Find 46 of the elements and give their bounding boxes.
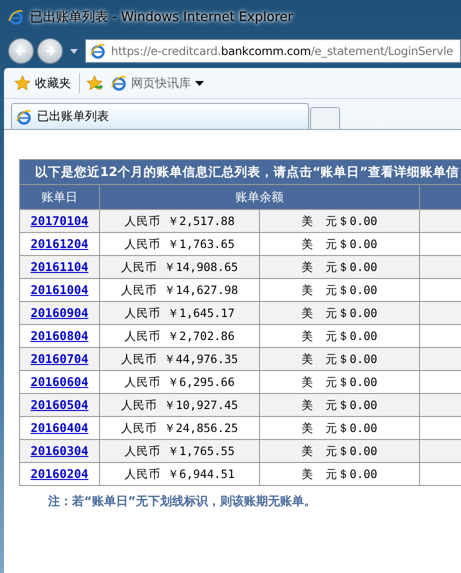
column-header: 账单余额 xyxy=(100,184,420,210)
star-icon xyxy=(14,74,31,92)
table-cell: 人民币 ￥6,295.66 xyxy=(100,370,260,394)
table-cell: 人民币 ￥1,645.17 xyxy=(100,302,260,324)
window-title: 已出账单列表 - Windows Internet Explorer xyxy=(30,9,293,26)
table-cell: 人民币 ￥1,763.65 xyxy=(100,232,260,256)
table-cell: 美 元＄0.00 xyxy=(260,394,420,416)
table-caption: 以下是您近12个月的账单信息汇总列表，请点击“账单日”查看详细账单信 xyxy=(20,160,461,184)
ie-logo-icon xyxy=(8,9,24,25)
table-cell: 美 元＄0.00 xyxy=(260,232,420,256)
ie-logo-icon xyxy=(16,108,32,124)
web-slice-gallery-button[interactable]: 网页快讯库 xyxy=(109,72,206,94)
right-arrow-icon xyxy=(44,45,56,57)
caret-icon xyxy=(70,48,78,54)
left-arrow-icon xyxy=(15,45,27,57)
browser-tab[interactable]: 已出账单列表 xyxy=(11,103,309,129)
ie-logo-icon xyxy=(90,43,106,59)
column-header: 账单日 xyxy=(20,184,100,210)
address-field[interactable]: https://e-creditcard.bankcomm.com/e_statement/LoginServle xyxy=(85,39,461,63)
favorites-button[interactable]: 收藏夹 xyxy=(12,72,73,94)
table-cell: 人民币 ￥2,702.86 xyxy=(100,324,260,348)
table-cell: 美 元＄0.00 xyxy=(260,440,420,462)
table-cell: 美 元＄0.00 xyxy=(260,256,420,278)
table-cell: 人民币 ￥14,627.98 xyxy=(100,278,260,302)
table-cell: 人民币 ￥10,927.45 xyxy=(100,394,260,416)
table-cell: 美 元＄0.00 xyxy=(260,324,420,348)
table-cell: 美 元＄0.00 xyxy=(260,348,420,370)
table-cell: 人民币 ￥24,856.25 xyxy=(100,416,260,440)
star-arrow-icon xyxy=(86,74,103,92)
table-cell: 美 元＄0.00 xyxy=(260,416,420,440)
table-cell: 人民币 ￥44,976.35 xyxy=(100,348,260,370)
back-button[interactable] xyxy=(8,38,34,64)
forward-button[interactable] xyxy=(37,38,63,64)
caret-icon xyxy=(195,80,204,86)
add-favorite-button[interactable] xyxy=(86,74,103,92)
ie-logo-icon xyxy=(111,75,127,91)
table-cell: 人民币 ￥6,944.51 xyxy=(100,462,260,486)
table-cell: 人民币 ￥14,908.65 xyxy=(100,256,260,278)
table-cell: 美 元＄0.00 xyxy=(260,462,420,486)
table-cell: 美 元＄0.00 xyxy=(260,302,420,324)
table-cell: 美 元＄0.00 xyxy=(260,210,420,232)
table-cell: 美 元＄0.00 xyxy=(260,278,420,302)
table-cell: 人民币 ￥2,517.88 xyxy=(100,210,260,232)
note-text: 注：若“账单日”无下划线标识，则该账期无账单。 xyxy=(48,493,317,510)
table-cell: 美 元＄0.00 xyxy=(260,370,420,394)
table-cell: 人民币 ￥1,765.55 xyxy=(100,440,260,462)
